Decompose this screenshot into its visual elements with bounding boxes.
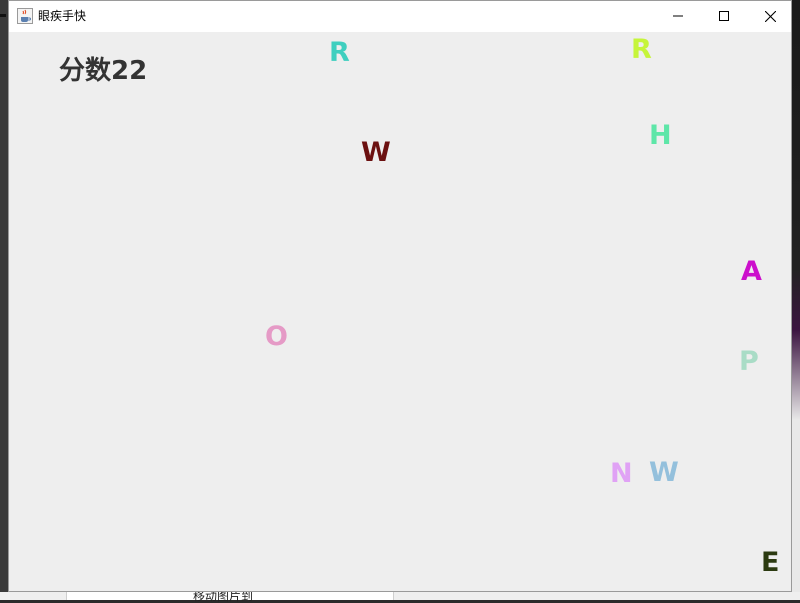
maximize-button[interactable] [701,1,747,31]
game-window: 眼疾手快 分数22 R R H W A O P N W E [8,0,792,592]
game-canvas[interactable]: 分数22 R R H W A O P N W E [9,32,791,591]
falling-letter[interactable]: R [329,38,350,68]
title-bar[interactable]: 眼疾手快 [9,1,791,32]
falling-letter[interactable]: A [741,257,762,287]
falling-letter[interactable]: H [649,121,672,151]
falling-letter[interactable]: P [739,347,759,377]
maximize-icon [719,11,729,21]
falling-letter[interactable]: O [265,322,288,352]
score-label: 分数22 [59,56,148,86]
close-icon [764,10,776,22]
java-coffee-icon[interactable] [17,8,33,24]
close-button[interactable] [747,1,793,31]
falling-letter[interactable]: E [761,548,779,578]
falling-letter[interactable]: N [610,459,633,489]
desktop-left-mark [0,14,6,17]
window-title: 眼疾手快 [38,9,87,23]
desktop-left-edge [0,0,8,600]
falling-letter[interactable]: W [649,458,679,488]
minimize-button[interactable] [655,1,701,31]
minimize-icon [673,15,683,17]
desktop-right-edge [792,0,800,600]
falling-letter[interactable]: W [361,138,391,168]
falling-letter[interactable]: R [631,35,652,65]
